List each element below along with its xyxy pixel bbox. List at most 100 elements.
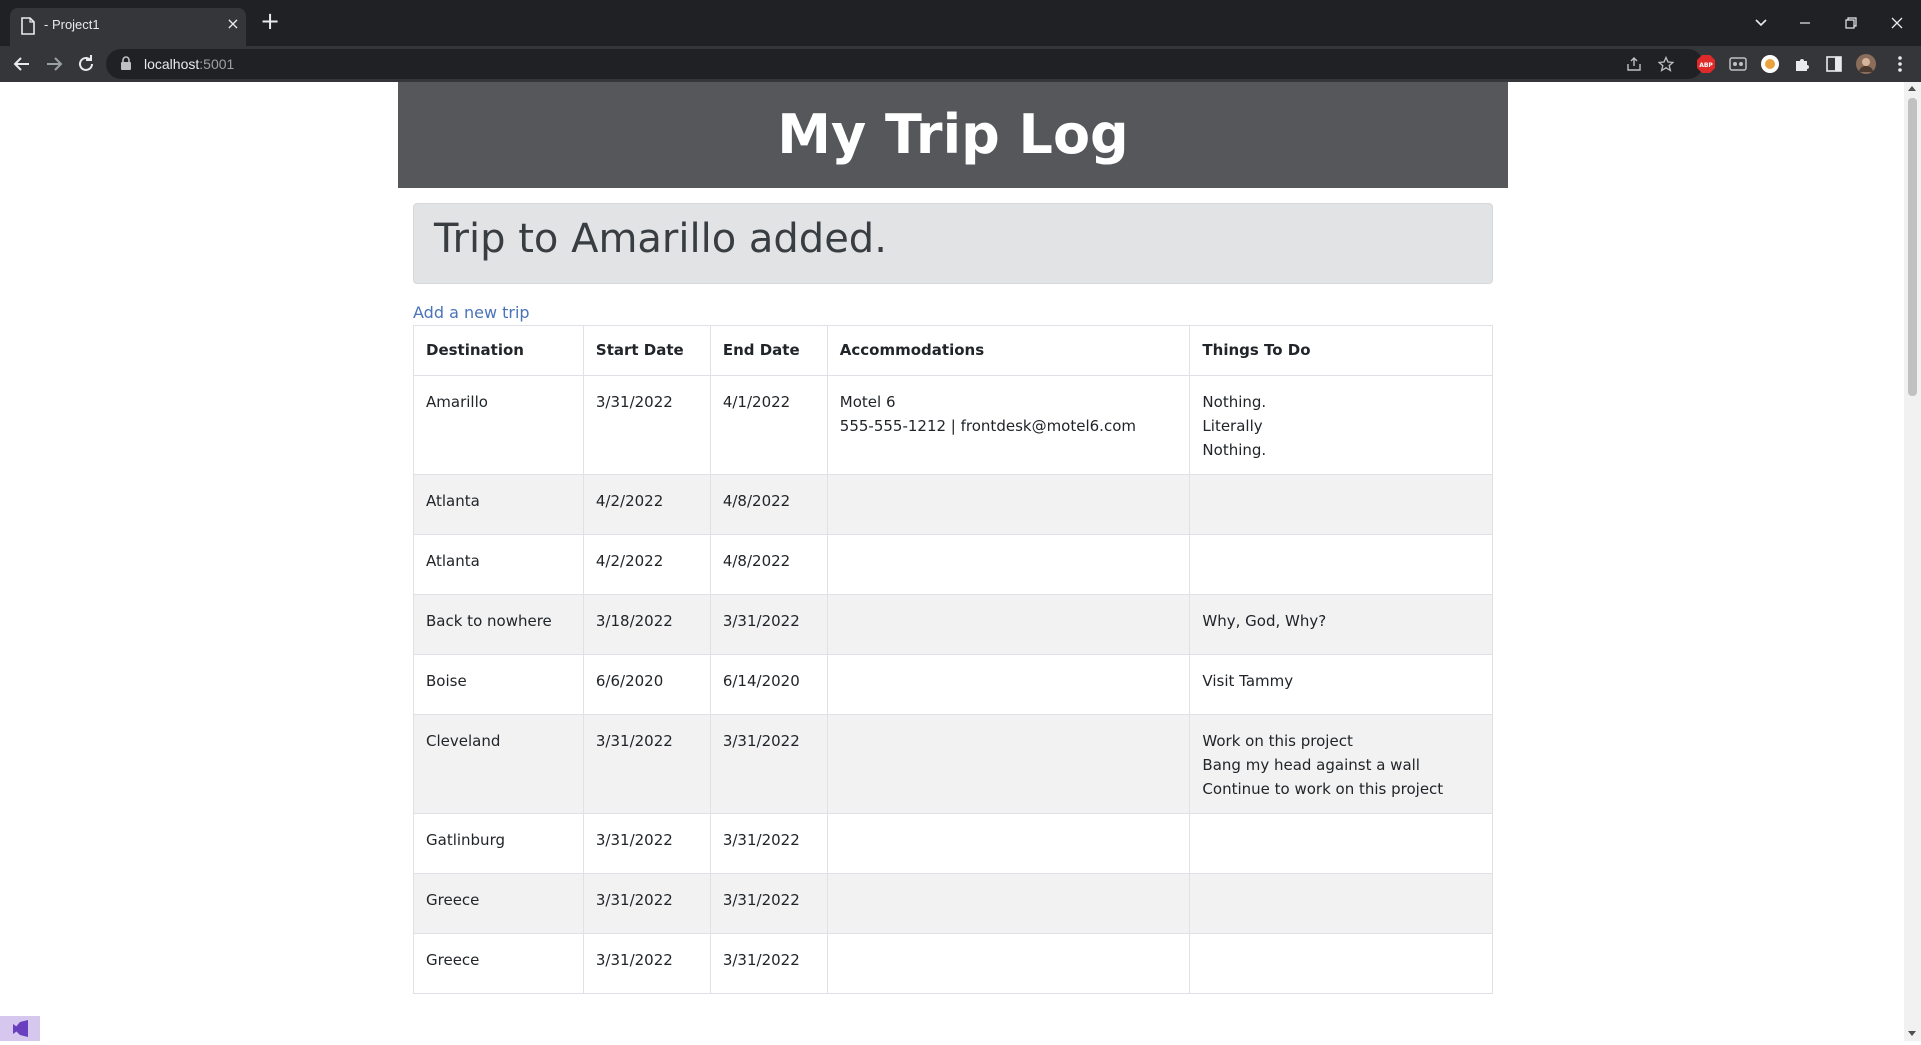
- table-row: Gatlinburg 3/31/2022 3/31/2022: [413, 813, 1493, 874]
- browser-tab[interactable]: - Project1 ×: [10, 8, 246, 46]
- cell-accommodations: [826, 714, 1191, 814]
- tab-close-icon[interactable]: ×: [224, 15, 242, 33]
- svg-text:ABP: ABP: [1699, 62, 1713, 69]
- column-header-accommodations: Accommodations: [826, 325, 1191, 376]
- cell-destination: Amarillo: [413, 375, 584, 475]
- cell-accommodations: [826, 534, 1191, 595]
- tab-title: - Project1: [44, 17, 100, 32]
- cell-things-to-do: Nothing. Literally Nothing.: [1189, 375, 1493, 475]
- lock-icon[interactable]: [120, 56, 132, 71]
- back-arrow-icon[interactable]: [10, 52, 34, 76]
- reader-icon[interactable]: [1728, 54, 1748, 74]
- table-row: Atlanta 4/2/2022 4/8/2022: [413, 474, 1493, 535]
- cell-start-date: 3/31/2022: [582, 813, 711, 874]
- address-bar[interactable]: localhost:5001: [106, 49, 1703, 79]
- cell-end-date: 4/1/2022: [709, 375, 828, 475]
- minimize-icon[interactable]: [1792, 10, 1818, 36]
- scroll-down-arrow-icon[interactable]: [1908, 1031, 1916, 1036]
- cell-end-date: 3/31/2022: [709, 714, 828, 814]
- cell-things-to-do: [1189, 534, 1493, 595]
- cell-end-date: 3/31/2022: [709, 933, 828, 994]
- cell-start-date: 3/31/2022: [582, 933, 711, 994]
- table-header-row: Destination Start Date End Date Accommod…: [413, 325, 1493, 376]
- column-header-destination: Destination: [413, 325, 584, 376]
- cell-things-to-do: [1189, 474, 1493, 535]
- page-favicon-icon: [21, 17, 35, 35]
- column-header-end-date: End Date: [709, 325, 828, 376]
- status-alert: Trip to Amarillo added.: [413, 203, 1493, 284]
- column-header-start-date: Start Date: [582, 325, 711, 376]
- site-header: My Trip Log: [398, 82, 1508, 188]
- cell-things-to-do: [1189, 933, 1493, 994]
- cell-destination: Gatlinburg: [413, 813, 584, 874]
- cell-end-date: 3/31/2022: [709, 813, 828, 874]
- profile-avatar-icon[interactable]: [1856, 54, 1876, 74]
- cell-end-date: 6/14/2020: [709, 654, 828, 715]
- cell-accommodations: [826, 813, 1191, 874]
- share-icon[interactable]: [1626, 56, 1642, 72]
- cell-things-to-do: [1189, 813, 1493, 874]
- cell-start-date: 4/2/2022: [582, 474, 711, 535]
- cell-start-date: 4/2/2022: [582, 534, 711, 595]
- alert-message: Trip to Amarillo added.: [434, 216, 887, 262]
- cell-things-to-do: Visit Tammy: [1189, 654, 1493, 715]
- table-row: Cleveland 3/31/2022 3/31/2022 Work on this …: [413, 714, 1493, 814]
- visual-studio-icon: [13, 1020, 28, 1037]
- cell-things-to-do: Why, God, Why?: [1189, 594, 1493, 655]
- cell-destination: Boise: [413, 654, 584, 715]
- cell-destination: Cleveland: [413, 714, 584, 814]
- cell-start-date: 3/18/2022: [582, 594, 711, 655]
- table-row: Boise 6/6/2020 6/14/2020 Visit Tammy: [413, 654, 1493, 715]
- cell-accommodations: [826, 933, 1191, 994]
- sidebar-icon[interactable]: [1824, 54, 1844, 74]
- cell-destination: Greece: [413, 933, 584, 994]
- star-icon[interactable]: [1658, 56, 1674, 72]
- table-row: Atlanta 4/2/2022 4/8/2022: [413, 534, 1493, 595]
- page-viewport: My Trip Log Trip to Amarillo added. Add …: [0, 82, 1904, 1041]
- cell-start-date: 3/31/2022: [582, 375, 711, 475]
- cell-destination: Back to nowhere: [413, 594, 584, 655]
- url-text[interactable]: localhost:5001: [144, 56, 234, 72]
- page-scrollbar[interactable]: [1904, 82, 1921, 1041]
- cell-end-date: 3/31/2022: [709, 873, 828, 934]
- cell-end-date: 3/31/2022: [709, 594, 828, 655]
- table-row: Back to nowhere 3/18/2022 3/31/2022 Why, Go…: [413, 594, 1493, 655]
- table-row: Greece 3/31/2022 3/31/2022: [413, 873, 1493, 934]
- kebab-menu-icon[interactable]: [1890, 54, 1910, 74]
- cell-things-to-do: [1189, 873, 1493, 934]
- tab-search-icon[interactable]: [1748, 10, 1774, 36]
- cell-accommodations: [826, 654, 1191, 715]
- cell-start-date: 3/31/2022: [582, 873, 711, 934]
- cell-start-date: 6/6/2020: [582, 654, 711, 715]
- cell-things-to-do: Work on this project Bang my head agains…: [1189, 714, 1493, 814]
- cell-start-date: 3/31/2022: [582, 714, 711, 814]
- cell-accommodations: Motel 6 555-555-1212 | frontdesk@motel6.…: [826, 375, 1191, 475]
- cell-accommodations: [826, 474, 1191, 535]
- cell-end-date: 4/8/2022: [709, 474, 828, 535]
- forward-arrow-icon[interactable]: [42, 52, 66, 76]
- cell-accommodations: [826, 594, 1191, 655]
- table-row: Amarillo 3/31/2022 4/1/2022 Motel 6 555-555…: [413, 375, 1493, 475]
- scroll-up-arrow-icon[interactable]: [1908, 86, 1916, 91]
- new-tab-button[interactable]: +: [258, 9, 282, 34]
- add-trip-link[interactable]: Add a new trip: [413, 303, 530, 322]
- puzzle-icon[interactable]: [1792, 54, 1812, 74]
- restore-icon[interactable]: [1838, 10, 1864, 36]
- visual-studio-badge[interactable]: [0, 1016, 40, 1041]
- extension-icon[interactable]: [1760, 54, 1780, 74]
- browser-toolbar: localhost:5001 ABP: [0, 46, 1921, 82]
- page-title: My Trip Log: [777, 103, 1129, 166]
- cell-end-date: 4/8/2022: [709, 534, 828, 595]
- trips-table: Destination Start Date End Date Accommod…: [413, 325, 1493, 994]
- cell-destination: Greece: [413, 873, 584, 934]
- scrollbar-thumb[interactable]: [1908, 98, 1917, 396]
- cell-destination: Atlanta: [413, 534, 584, 595]
- table-row: Greece 3/31/2022 3/31/2022: [413, 933, 1493, 994]
- adblock-icon[interactable]: ABP: [1696, 54, 1716, 74]
- browser-titlebar: - Project1 × +: [0, 0, 1921, 46]
- close-window-icon[interactable]: [1884, 10, 1910, 36]
- cell-accommodations: [826, 873, 1191, 934]
- reload-icon[interactable]: [74, 52, 98, 76]
- column-header-things-to-do: Things To Do: [1189, 325, 1493, 376]
- cell-destination: Atlanta: [413, 474, 584, 535]
